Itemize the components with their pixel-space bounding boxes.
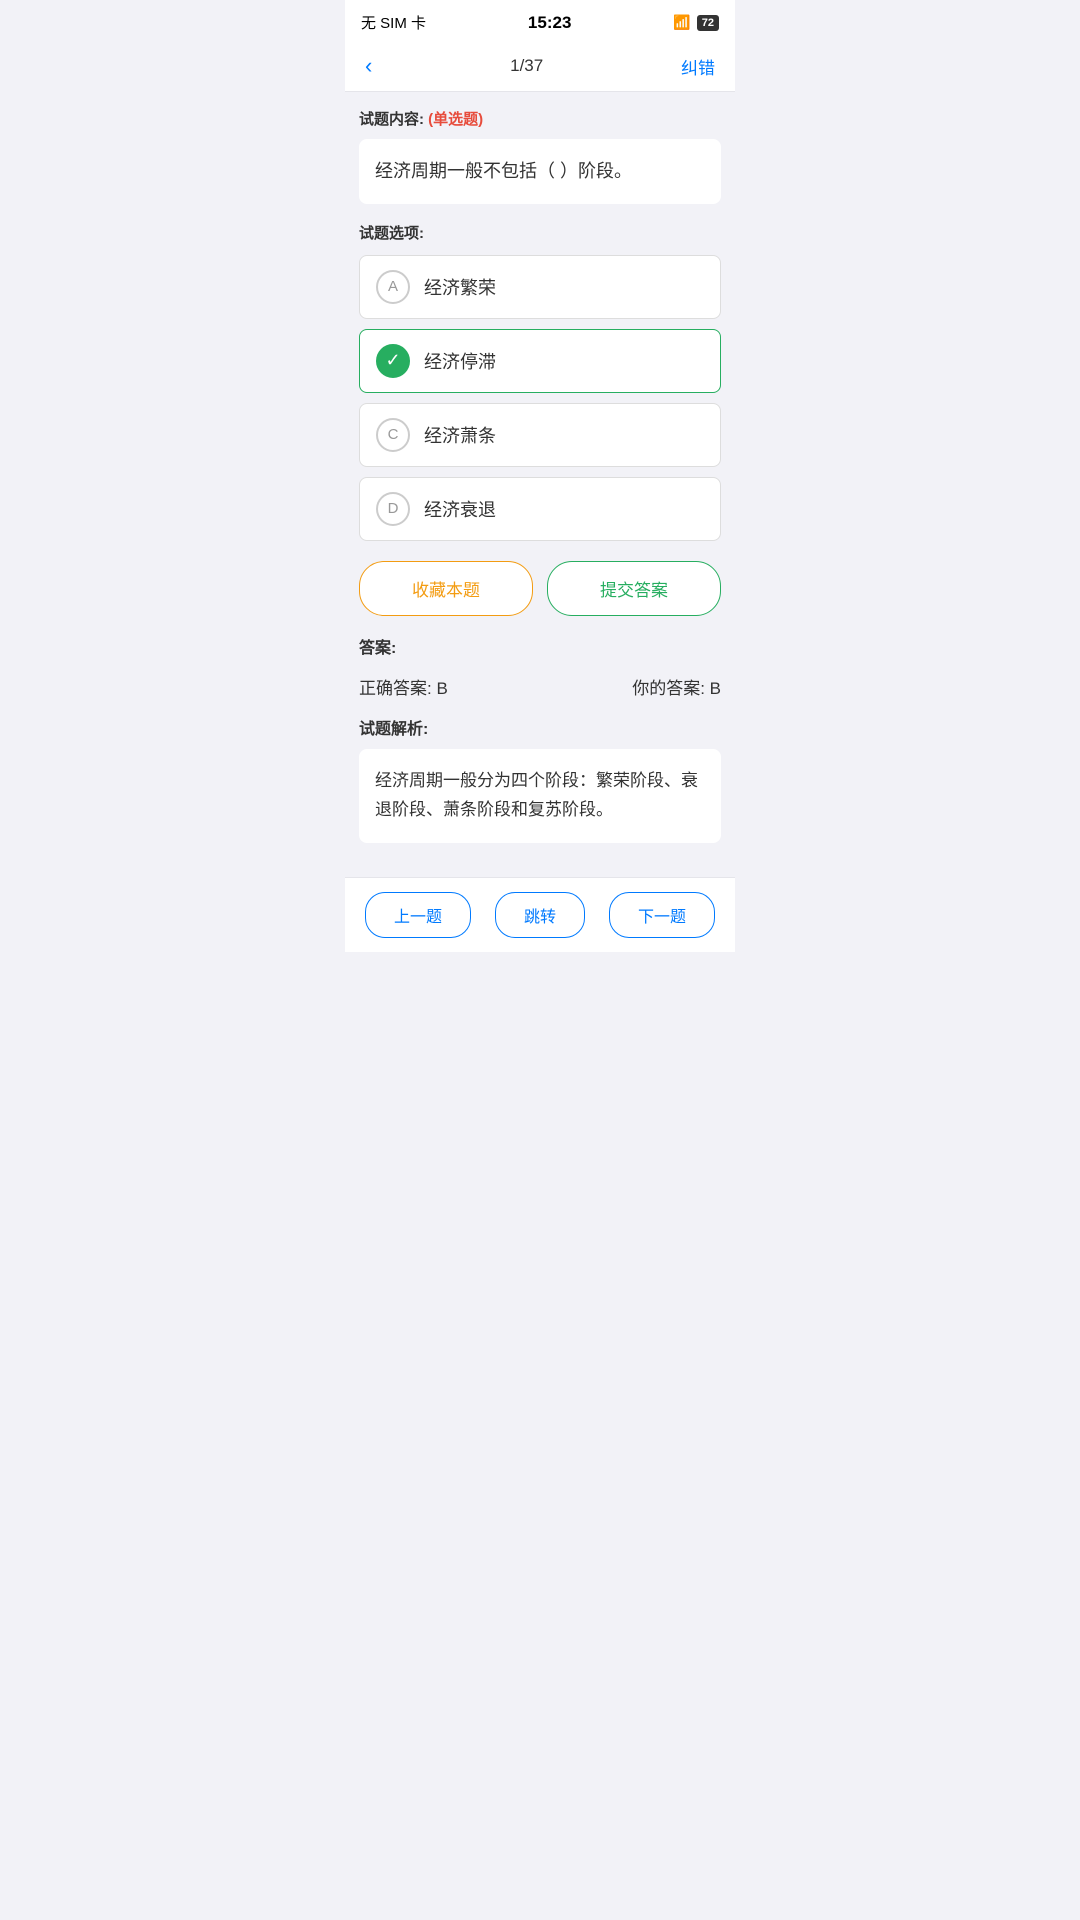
jump-button[interactable]: 跳转 — [495, 892, 585, 938]
nav-bar: ‹ 1/37 纠错 — [345, 41, 735, 92]
wifi-icon: 📶 — [673, 14, 690, 31]
option-a[interactable]: A 经济繁荣 — [359, 255, 721, 319]
option-a-text: 经济繁荣 — [424, 274, 496, 300]
next-button[interactable]: 下一题 — [609, 892, 715, 938]
battery-indicator: 72 — [697, 15, 719, 31]
correct-answer: 正确答案: B — [359, 674, 448, 699]
prev-button[interactable]: 上一题 — [365, 892, 471, 938]
user-answer: 你的答案: B — [632, 674, 721, 699]
action-row: 收藏本题 提交答案 — [359, 561, 721, 616]
report-button[interactable]: 纠错 — [681, 54, 715, 79]
question-text: 经济周期一般不包括（ ）阶段。 — [359, 139, 721, 204]
option-d-circle: D — [376, 492, 410, 526]
option-d-text: 经济衰退 — [424, 496, 496, 522]
bottom-nav: 上一题 跳转 下一题 — [345, 877, 735, 952]
answer-label: 答案: — [359, 634, 721, 658]
answer-section: 答案: 正确答案: B 你的答案: B — [359, 634, 721, 715]
analysis-text: 经济周期一般分为四个阶段：繁荣阶段、衰退阶段、萧条阶段和复苏阶段。 — [359, 749, 721, 843]
options-label: 试题选项: — [359, 222, 721, 243]
main-content: 试题内容: (单选题) 经济周期一般不包括（ ）阶段。 试题选项: A 经济繁荣… — [345, 92, 735, 859]
option-a-circle: A — [376, 270, 410, 304]
question-label: 试题内容: (单选题) — [359, 108, 721, 129]
carrier-text: 无 SIM 卡 — [361, 12, 426, 33]
option-c-text: 经济萧条 — [424, 422, 496, 448]
progress-indicator: 1/37 — [510, 56, 543, 76]
collect-button[interactable]: 收藏本题 — [359, 561, 533, 616]
option-b-circle: ✓ — [376, 344, 410, 378]
option-d[interactable]: D 经济衰退 — [359, 477, 721, 541]
submit-button[interactable]: 提交答案 — [547, 561, 721, 616]
time-text: 15:23 — [528, 13, 571, 33]
question-type-tag: (单选题) — [428, 111, 483, 128]
analysis-label: 试题解析: — [359, 715, 721, 739]
back-button[interactable]: ‹ — [365, 53, 372, 79]
answer-row: 正确答案: B 你的答案: B — [359, 670, 721, 715]
status-right: 📶 72 — [673, 14, 719, 31]
option-b-text: 经济停滞 — [424, 348, 496, 374]
option-c[interactable]: C 经济萧条 — [359, 403, 721, 467]
option-c-circle: C — [376, 418, 410, 452]
status-bar: 无 SIM 卡 15:23 📶 72 — [345, 0, 735, 41]
option-b[interactable]: ✓ 经济停滞 — [359, 329, 721, 393]
